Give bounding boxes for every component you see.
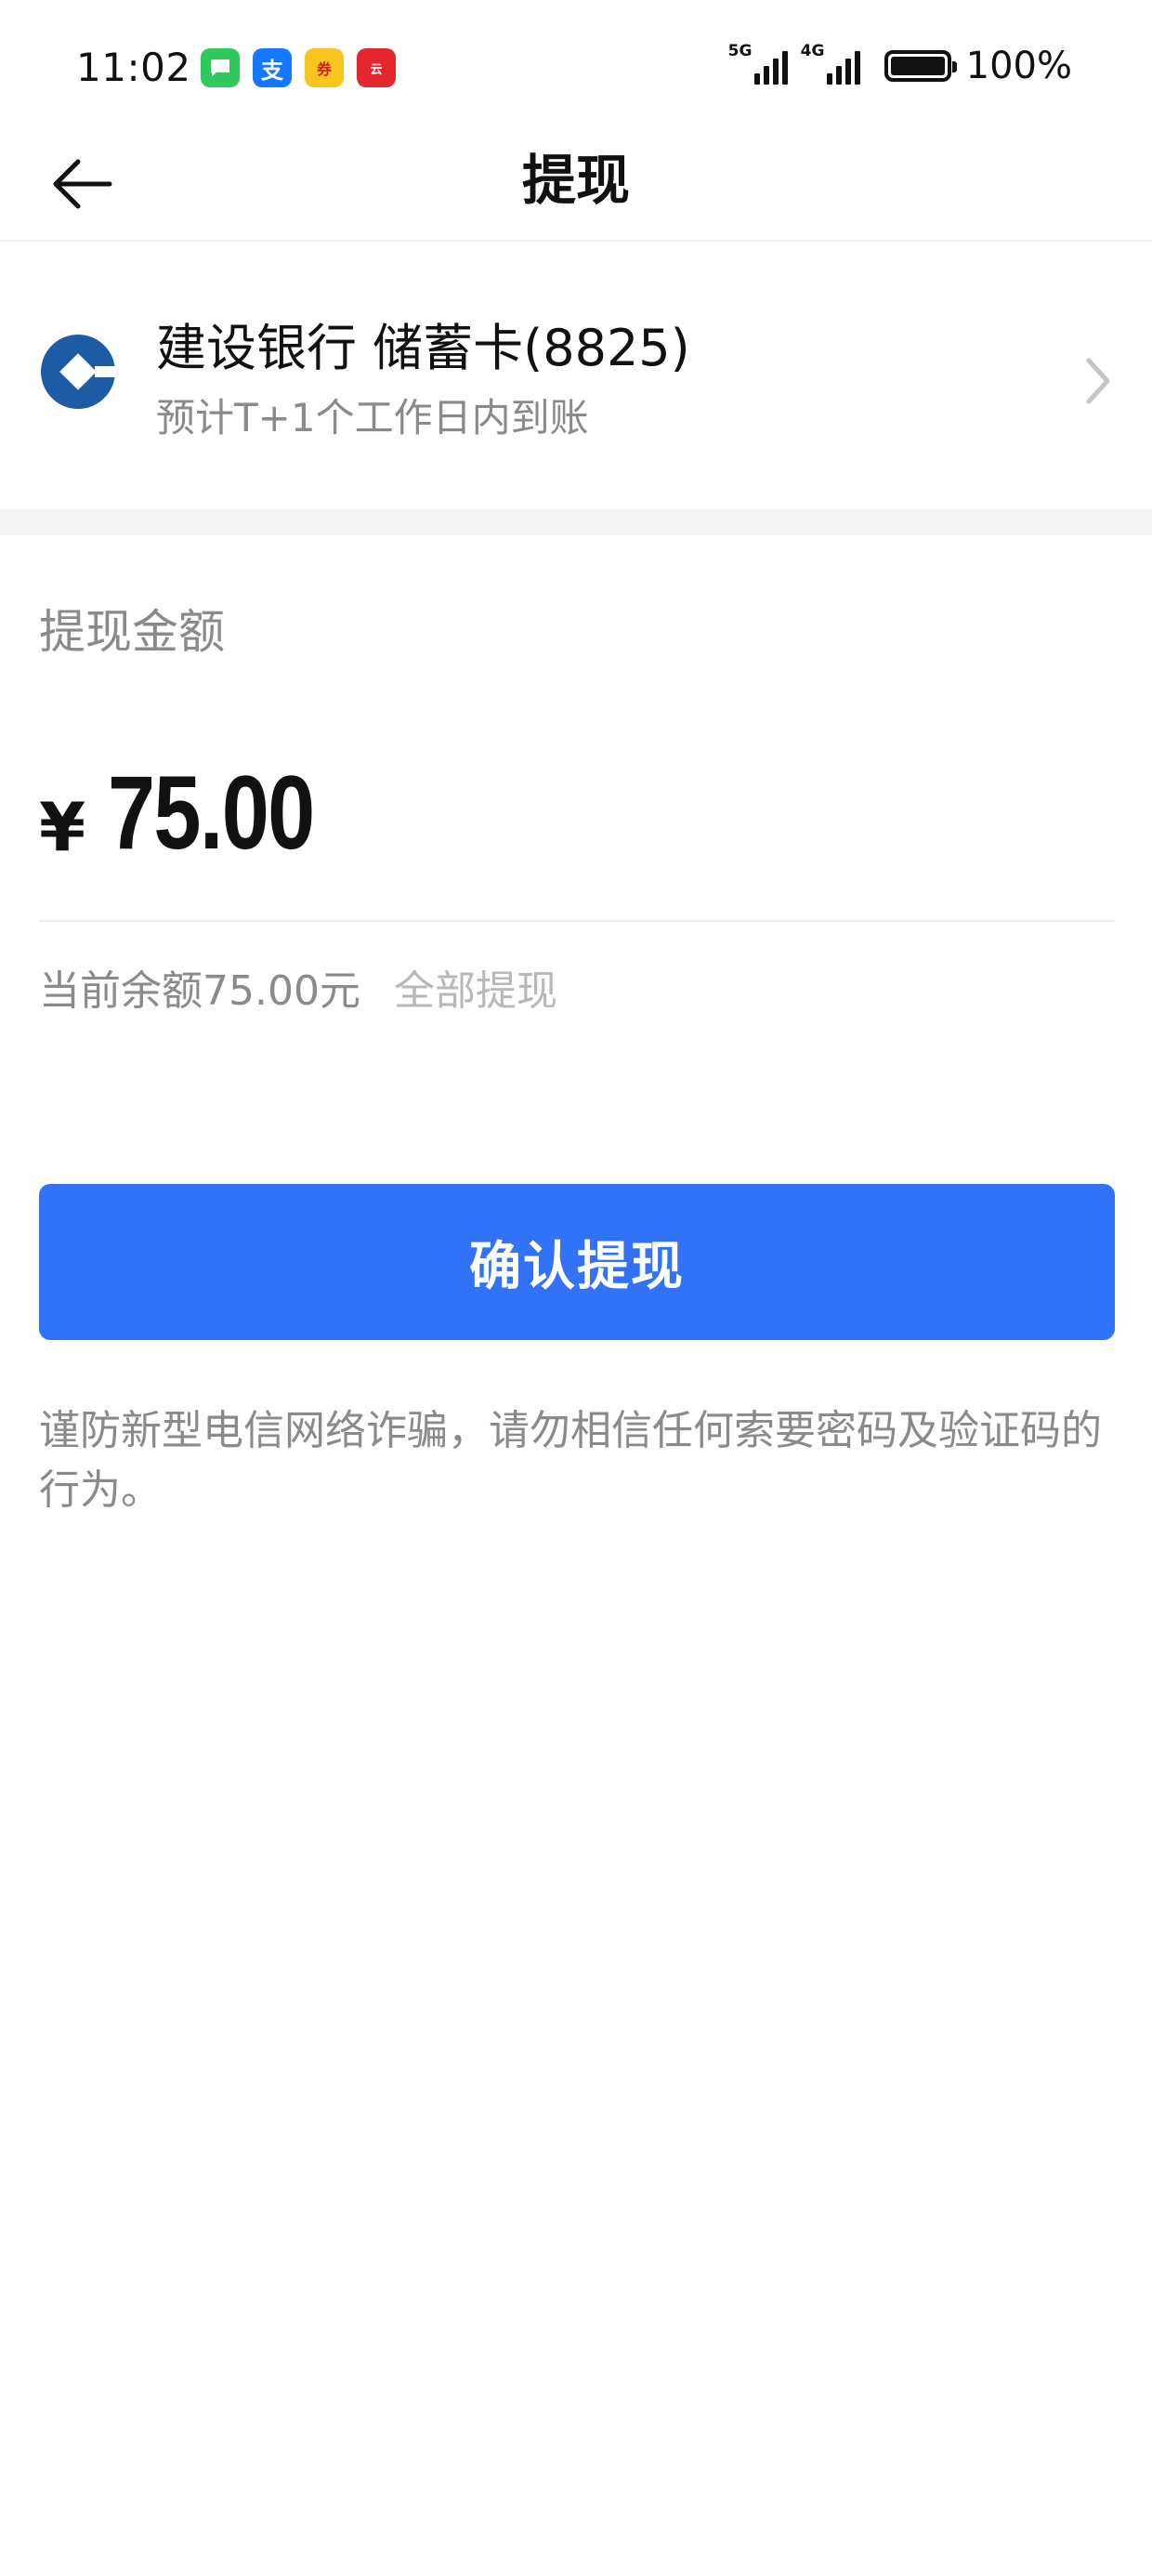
unionpay-icon: 云 bbox=[357, 48, 396, 87]
status-bar: 11:02 支 券 云 5G 4G 100% bbox=[0, 0, 1152, 121]
amount-label: 提现金额 bbox=[39, 605, 225, 659]
amount-input[interactable]: ¥ 75.00 bbox=[39, 734, 1115, 874]
status-time: 11:02 bbox=[76, 45, 191, 90]
withdraw-page: 11:02 支 券 云 5G 4G 100% 提现 建设银行 储蓄卡(8825)… bbox=[0, 0, 1152, 2576]
withdraw-all-link[interactable]: 全部提现 bbox=[394, 957, 557, 1017]
bank-card-selector[interactable]: 建设银行 储蓄卡(8825) 预计T+1个工作日内到账 bbox=[0, 243, 1152, 509]
confirm-withdraw-button[interactable]: 确认提现 bbox=[39, 1184, 1115, 1340]
alipay-icon: 支 bbox=[253, 48, 292, 87]
balance-row: 当前余额75.00元 全部提现 bbox=[39, 957, 557, 1017]
notification-icons: 支 券 云 bbox=[201, 48, 396, 87]
battery-icon bbox=[884, 50, 957, 82]
messages-icon bbox=[201, 48, 240, 87]
nav-bar: 提现 bbox=[0, 121, 1152, 242]
chevron-right-icon bbox=[1086, 358, 1110, 404]
status-indicators: 5G 4G 100% bbox=[728, 42, 1072, 87]
arrival-estimate: 预计T+1个工作日内到账 bbox=[156, 395, 589, 440]
signal-5g-icon: 5G bbox=[728, 42, 788, 85]
currency-symbol: ¥ bbox=[39, 788, 86, 866]
amount-value: 75.00 bbox=[108, 755, 315, 871]
page-title: 提现 bbox=[521, 149, 630, 212]
section-divider bbox=[0, 509, 1152, 535]
coupon-icon: 券 bbox=[305, 48, 344, 87]
fraud-warning: 谨防新型电信网络诈骗，请勿相信任何索要密码及验证码的行为。 bbox=[39, 1407, 1102, 1514]
ccb-bank-logo-icon bbox=[41, 335, 117, 409]
bank-card-name: 建设银行 储蓄卡(8825) bbox=[156, 319, 690, 377]
current-balance: 当前余额75.00元 bbox=[39, 967, 360, 1015]
signal-4g-icon: 4G bbox=[801, 42, 860, 85]
battery-percentage: 100% bbox=[965, 45, 1072, 87]
amount-underline bbox=[39, 920, 1115, 922]
